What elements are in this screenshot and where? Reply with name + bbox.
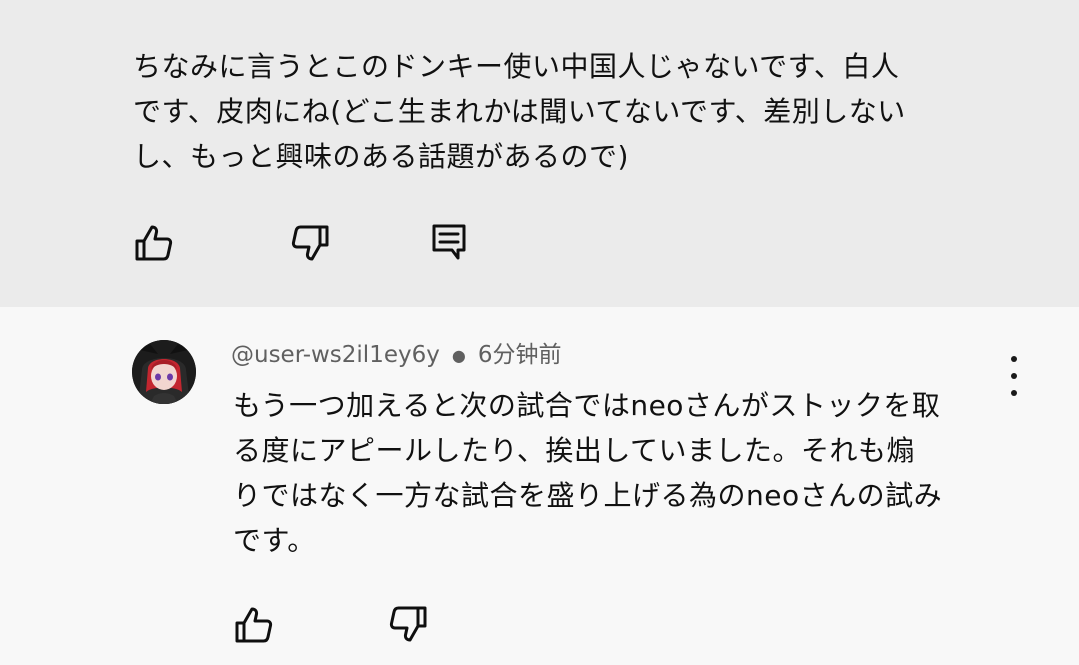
reply-timestamp: 6分钟前 (477, 342, 562, 368)
comment-reply-icon (432, 224, 466, 260)
thumbs-down-icon (389, 606, 427, 642)
like-button[interactable] (133, 222, 175, 264)
thumbs-down-icon (291, 225, 329, 261)
more-vertical-icon (1011, 356, 1017, 362)
thumbs-up-icon (235, 607, 273, 643)
reply-comment-text: もう一つ加えると次の試合ではneoさんがストックを取 る度にアピールしたり、挨出… (233, 389, 943, 557)
reply-header: @user-ws2il1ey6y ● 6分钟前 (231, 338, 561, 373)
thumbs-up-icon (135, 225, 173, 261)
separator-dot: ● (451, 345, 466, 365)
dislike-button[interactable] (289, 222, 331, 264)
reply-like-button[interactable] (233, 604, 275, 646)
avatar[interactable] (132, 340, 196, 404)
comment-text: ちなみに言うとこのドンキー使い中国人じゃないです、白人 です、皮肉にね(どこ生ま… (133, 50, 906, 173)
anime-avatar-image (132, 340, 196, 404)
reply-username[interactable]: @user-ws2il1ey6y (231, 342, 440, 368)
reply-dislike-button[interactable] (387, 603, 429, 645)
top-comment-container: ちなみに言うとこのドンキー使い中国人じゃないです、白人 です、皮肉にね(どこ生ま… (0, 0, 1079, 307)
reply-button[interactable] (428, 220, 470, 262)
